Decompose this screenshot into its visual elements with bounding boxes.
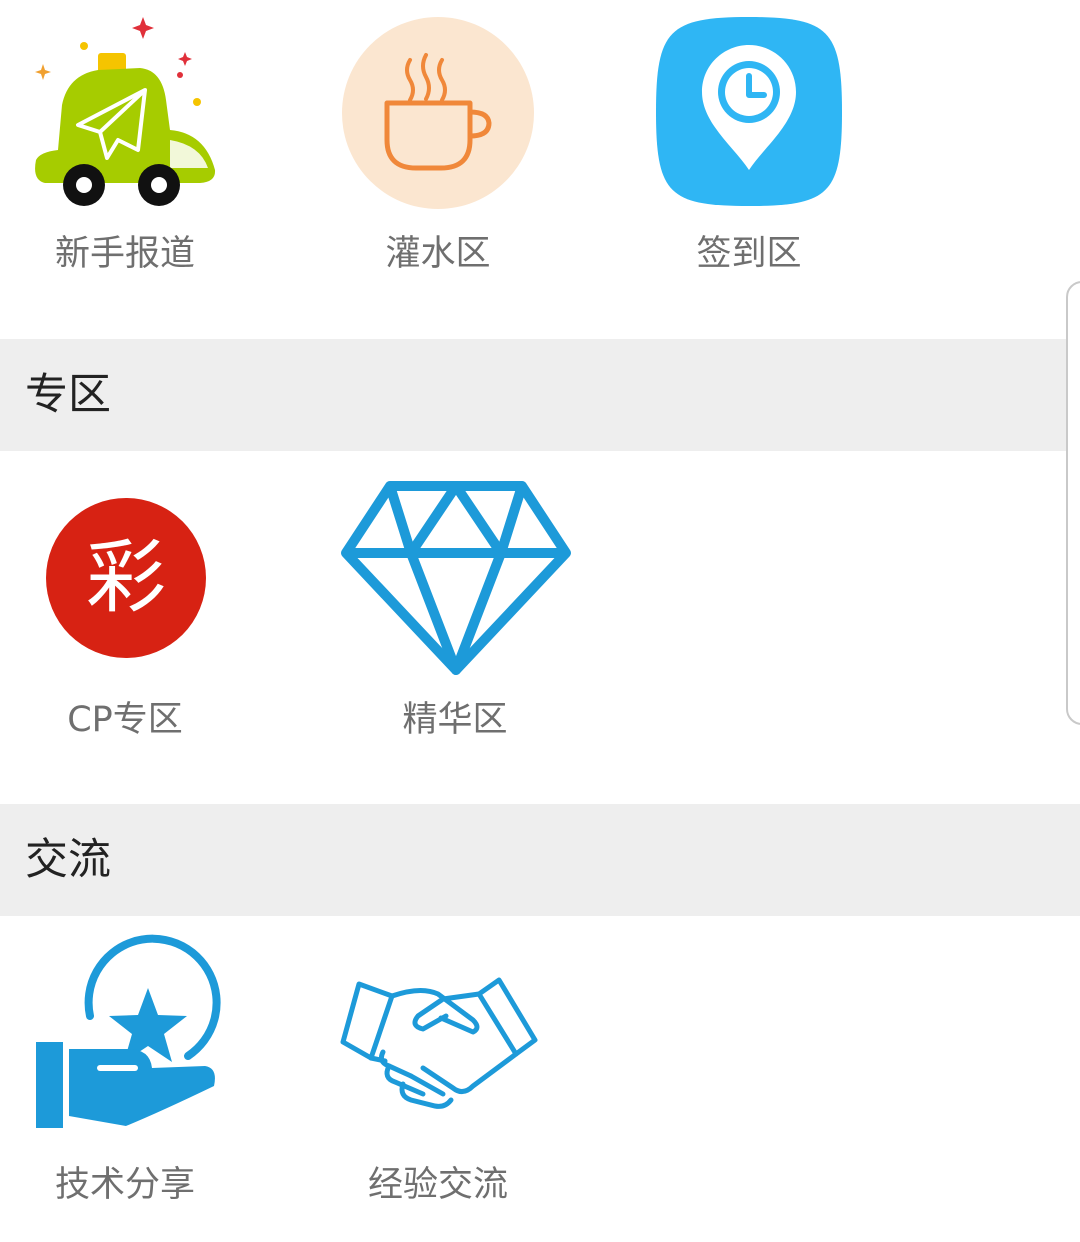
forum-tile-tech-share[interactable]: 技术分享 [0, 916, 250, 1216]
forum-tile-check-in[interactable]: 签到区 [624, 0, 874, 300]
section-header-communication: 交流 [0, 804, 1080, 916]
clock-location-pin-icon [624, 0, 874, 206]
diamond-icon [330, 451, 580, 675]
handshake-icon [313, 916, 563, 1116]
edge-panel-handle[interactable] [1066, 281, 1080, 725]
section-title: 专区 [25, 370, 111, 420]
forum-tile-water-zone[interactable]: 灌水区 [313, 0, 563, 300]
section-title: 交流 [25, 835, 111, 885]
forum-tile-label: CP专区 [67, 700, 183, 740]
forum-tile-label: 新手报道 [54, 234, 195, 274]
coffee-cup-icon [313, 0, 563, 209]
badge-character: 彩 [86, 531, 166, 624]
green-car-paper-plane-icon [0, 0, 250, 206]
forum-tile-label: 精华区 [402, 700, 508, 740]
forum-tile-label: 灌水区 [385, 234, 491, 274]
forum-grid-communication: 技术分享 经验交流 [0, 916, 1080, 1242]
forum-tile-label: 经验交流 [367, 1165, 508, 1205]
forum-tile-newbie-report[interactable]: 新手报道 [0, 0, 250, 300]
forum-grid-special-zone: 彩 CP专区 精华区 [0, 451, 1080, 803]
forum-tile-label: 技术分享 [54, 1165, 195, 1205]
forum-tile-essence[interactable]: 精华区 [330, 451, 580, 751]
forum-tile-experience-exchange[interactable]: 经验交流 [313, 916, 563, 1216]
red-cai-badge-icon: 彩 [0, 451, 250, 658]
forum-tile-label: 签到区 [696, 234, 802, 274]
forum-tile-cp-zone[interactable]: 彩 CP专区 [0, 451, 250, 751]
hand-star-coin-icon [0, 916, 250, 1128]
section-header-special-zone: 专区 [0, 339, 1080, 451]
forum-grid-general: 新手报道 灌水区 签到区 [0, 0, 1080, 338]
